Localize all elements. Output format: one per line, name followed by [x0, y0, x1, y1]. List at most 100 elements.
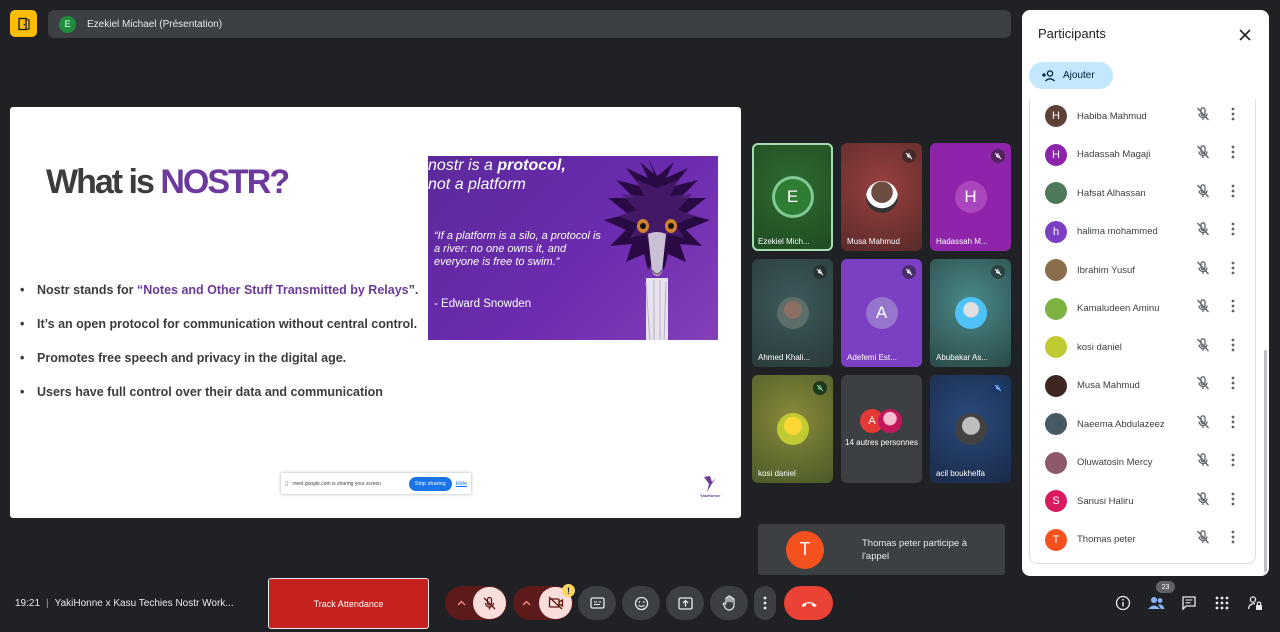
- warning-badge: !: [562, 584, 575, 597]
- more-vert-icon[interactable]: [1231, 222, 1235, 241]
- more-vert-icon[interactable]: [1231, 338, 1235, 357]
- promo-heading: nostr is a protocol, not a platform: [428, 157, 566, 193]
- video-tile-abubakar[interactable]: Abubakar As...: [930, 259, 1011, 367]
- participant-row[interactable]: T Thomas peter: [1030, 521, 1255, 559]
- leave-call-button[interactable]: [784, 586, 833, 620]
- notification-avatar: T: [786, 530, 824, 569]
- host-controls-button[interactable]: [1245, 593, 1265, 613]
- mic-off-icon: [813, 265, 827, 279]
- promo-author: - Edward Snowden: [434, 298, 532, 310]
- participant-name: Sanusi Haliru: [1077, 495, 1134, 507]
- mic-off-icon[interactable]: [1195, 260, 1211, 281]
- raise-hand-button[interactable]: [710, 586, 748, 620]
- participant-name: kosi daniel: [1077, 341, 1122, 353]
- more-vert-icon[interactable]: [1231, 299, 1235, 318]
- participant-row[interactable]: H Hadassah Magaji: [1030, 136, 1255, 174]
- tile-name: Ezekiel Mich...: [758, 237, 810, 246]
- more-vert-icon[interactable]: [1231, 184, 1235, 203]
- video-tile-hadassah[interactable]: H Hadassah M...: [930, 143, 1011, 251]
- participant-row[interactable]: Musa Mahmud: [1030, 367, 1255, 405]
- tile-name: Abubakar As...: [936, 353, 989, 362]
- participant-avatar: T: [1045, 528, 1067, 551]
- mic-off-icon[interactable]: [1195, 144, 1211, 165]
- bullet: Nostr stands for “Notes and Other Stuff …: [18, 283, 418, 299]
- lock-person-icon: [1247, 596, 1262, 610]
- mic-off-icon[interactable]: [1195, 491, 1211, 512]
- mic-off-icon[interactable]: [1195, 298, 1211, 319]
- tile-avatar-photo: [878, 409, 902, 433]
- participant-row[interactable]: Naeema Abdulazeez: [1030, 405, 1255, 443]
- participant-row[interactable]: kosi daniel: [1030, 328, 1255, 366]
- more-vert-icon[interactable]: [1231, 415, 1235, 434]
- participant-row[interactable]: h halima mohammed: [1030, 213, 1255, 251]
- participant-row[interactable]: H Habiba Mahmud: [1030, 99, 1255, 135]
- video-tile-ahmed[interactable]: Ahmed Khali...: [752, 259, 833, 367]
- video-tile-musa[interactable]: Musa Mahmud: [841, 143, 922, 251]
- add-person-icon: [1042, 69, 1055, 81]
- tile-avatar-photo: [776, 413, 809, 445]
- participant-list-scrollbar[interactable]: [1264, 350, 1267, 572]
- screen-share-notice: ▯ meet.google.com is sharing your screen…: [281, 473, 471, 494]
- people-icon: [1148, 597, 1165, 609]
- slide-bullets: Nostr stands for “Notes and Other Stuff …: [18, 283, 418, 419]
- video-tile-acil[interactable]: acil boukhelfa: [930, 375, 1011, 483]
- more-vert-icon[interactable]: [1231, 145, 1235, 164]
- more-vert-icon[interactable]: [1231, 530, 1235, 549]
- chat-button[interactable]: [1179, 593, 1199, 613]
- more-vert-icon[interactable]: [1231, 453, 1235, 472]
- clock-time: 19:21: [15, 598, 41, 609]
- present-icon: [677, 596, 693, 610]
- mic-off-icon[interactable]: [1195, 221, 1211, 242]
- video-tile-adefemi[interactable]: A Adefemi Est...: [841, 259, 922, 367]
- mic-toggle-button[interactable]: [473, 587, 506, 619]
- presentation-banner: E Ezekiel Michael (Présentation): [48, 10, 1011, 38]
- tile-name: Hadassah M...: [936, 237, 988, 246]
- participants-panel: Participants Ajouter H Habiba Mahmud H Hada…: [1022, 10, 1269, 576]
- add-people-button[interactable]: Ajouter: [1029, 62, 1113, 89]
- promo-quote: “If a platform is a silo, a protocol is …: [434, 230, 601, 268]
- people-button[interactable]: [1146, 593, 1166, 613]
- video-tile-kosi[interactable]: kosi daniel: [752, 375, 833, 483]
- mic-options-button[interactable]: [454, 597, 468, 609]
- meeting-details-button[interactable]: [1113, 593, 1133, 613]
- participant-avatar: [1045, 259, 1067, 281]
- captions-button[interactable]: [578, 586, 616, 620]
- present-screen-button[interactable]: [666, 586, 704, 620]
- track-attendance-button[interactable]: Track Attendance: [268, 578, 429, 629]
- more-options-button[interactable]: [754, 586, 776, 620]
- close-panel-button[interactable]: [1235, 25, 1255, 50]
- bullet: It’s an open protocol for communication …: [18, 317, 418, 333]
- more-vert-icon[interactable]: [1231, 261, 1235, 280]
- more-vert-icon[interactable]: [1231, 492, 1235, 511]
- mic-off-icon[interactable]: [1195, 529, 1211, 550]
- meeting-info: 19:21 | YakiHonne x Kasu Techies Nostr Wor…: [15, 598, 234, 609]
- participant-row[interactable]: Hafsat Alhassan: [1030, 174, 1255, 212]
- chevron-up-icon: [522, 600, 530, 606]
- app-logo[interactable]: [10, 10, 37, 37]
- camera-options-button[interactable]: [519, 597, 533, 609]
- participant-row[interactable]: Oluwatosin Mercy: [1030, 444, 1255, 482]
- participant-row[interactable]: S Sanusi Haliru: [1030, 482, 1255, 520]
- participant-row[interactable]: Kamaludeen Aminu: [1030, 290, 1255, 328]
- participant-list[interactable]: H Habiba Mahmud H Hadassah Magaji Hafsat Alh…: [1029, 99, 1256, 564]
- mic-off-icon[interactable]: [1195, 337, 1211, 358]
- mic-off-icon[interactable]: [1195, 183, 1211, 204]
- mic-off-icon[interactable]: [1195, 106, 1211, 127]
- participant-avatar: [1045, 413, 1067, 435]
- ostrich-illustration: [604, 158, 710, 340]
- mic-off-icon[interactable]: [1195, 414, 1211, 435]
- panel-title: Participants: [1038, 26, 1106, 41]
- video-tile-ezekiel[interactable]: E Ezekiel Mich...: [752, 143, 833, 251]
- mic-off-icon[interactable]: [1195, 452, 1211, 473]
- tile-avatar-photo: [954, 413, 987, 445]
- door-icon: [17, 17, 30, 30]
- more-vert-icon[interactable]: [1231, 376, 1235, 395]
- more-vert-icon[interactable]: [1231, 107, 1235, 126]
- reactions-button[interactable]: [622, 586, 660, 620]
- participant-row[interactable]: Ibrahim Yusuf: [1030, 251, 1255, 289]
- video-tile-others[interactable]: A 14 autres personnes: [841, 375, 922, 483]
- mic-off-icon[interactable]: [1195, 375, 1211, 396]
- share-icon: ▯: [285, 481, 289, 487]
- mic-off-icon: [991, 149, 1005, 163]
- activities-button[interactable]: [1212, 593, 1232, 613]
